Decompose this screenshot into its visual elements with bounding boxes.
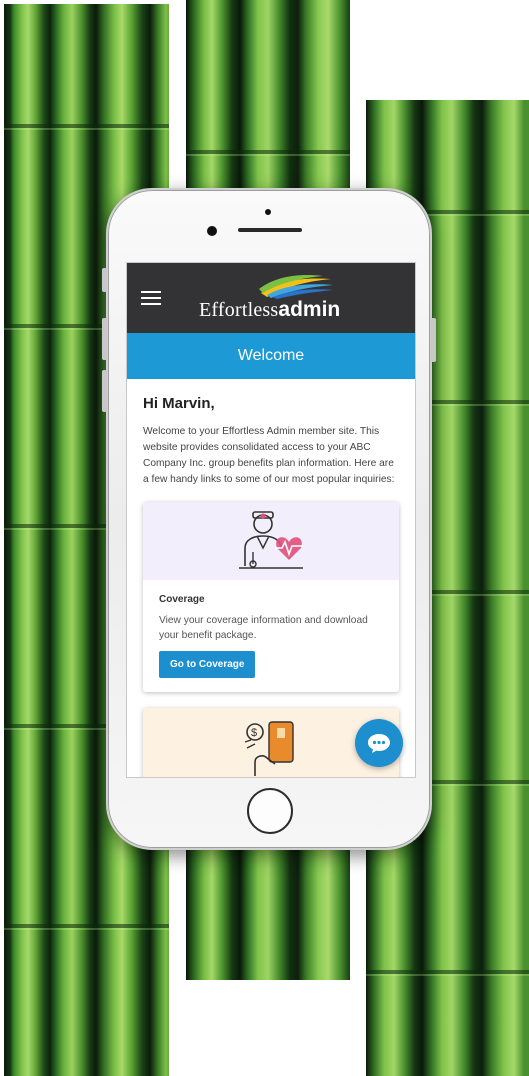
brand-wordmark: Effortlessadmin xyxy=(199,298,340,322)
phone-front-camera xyxy=(207,226,217,236)
phone-home-button[interactable] xyxy=(247,788,293,834)
phone-volume-up xyxy=(102,318,107,360)
go-to-coverage-button[interactable]: Go to Coverage xyxy=(159,651,256,678)
phone-mockup: Effortlessadmin Welcome Hi Marvin, Welco… xyxy=(102,188,436,850)
chat-bubble-icon xyxy=(368,734,390,753)
coverage-card-body: Coverage View your coverage information … xyxy=(143,580,399,692)
chat-button[interactable] xyxy=(355,719,403,767)
logo-swoosh-icon xyxy=(259,275,333,299)
phone-mute-switch xyxy=(102,268,107,292)
svg-text:$: $ xyxy=(251,727,257,739)
intro-text: Welcome to your Effortless Admin member … xyxy=(143,426,395,485)
phone-screen: Effortlessadmin Welcome Hi Marvin, Welco… xyxy=(126,262,416,778)
brand-logo[interactable]: Effortlessadmin xyxy=(199,275,349,325)
hand-card-dollar-icon: $ xyxy=(244,721,294,776)
app-header: Effortlessadmin xyxy=(127,263,415,333)
phone-volume-down xyxy=(102,370,107,412)
coverage-card-title: Coverage xyxy=(159,594,205,605)
coverage-card-description: View your coverage information and downl… xyxy=(159,615,368,641)
phone-sensor xyxy=(265,209,271,215)
hamburger-menu-icon[interactable] xyxy=(141,291,161,307)
phone-power-button xyxy=(431,318,436,362)
coverage-card-hero xyxy=(143,502,399,580)
doctor-heart-icon xyxy=(239,511,303,569)
coverage-card: Coverage View your coverage information … xyxy=(143,502,399,692)
greeting-heading: Hi Marvin, xyxy=(143,395,215,412)
brand-name-bold: admin xyxy=(278,298,341,321)
phone-earpiece xyxy=(238,228,302,232)
main-content: Hi Marvin, Welcome to your Effortless Ad… xyxy=(127,379,415,777)
brand-name-light: Effortless xyxy=(199,299,279,321)
page-title: Welcome xyxy=(127,333,415,379)
